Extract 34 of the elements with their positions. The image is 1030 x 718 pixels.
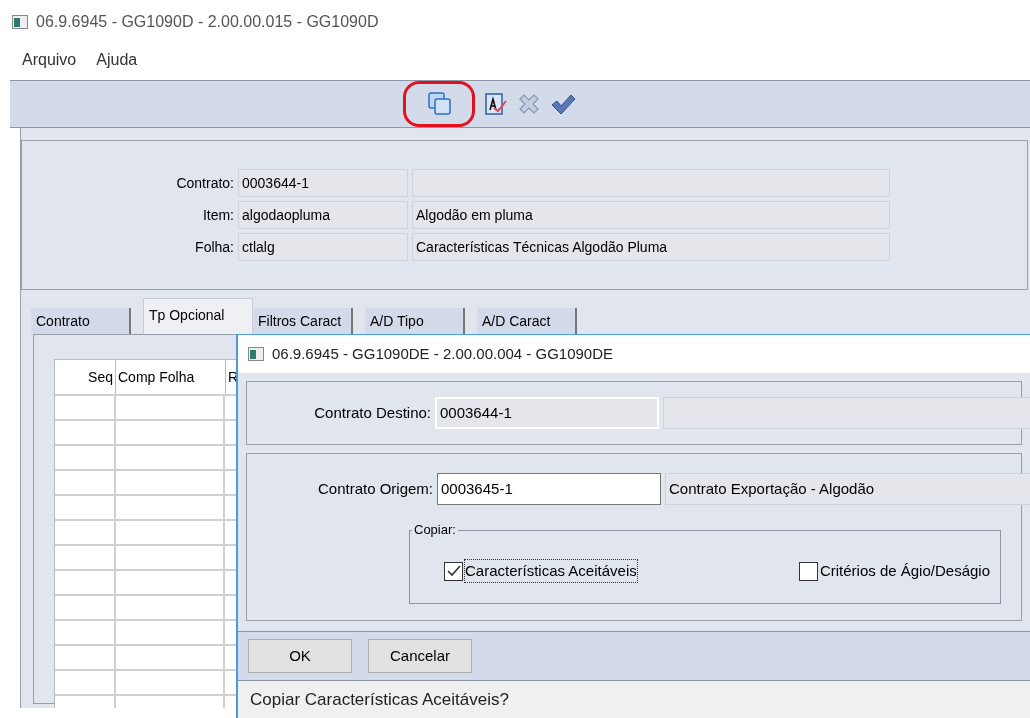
- app-icon: [248, 347, 264, 361]
- status-message: Copiar Características Aceitáveis?: [250, 688, 509, 711]
- app-icon: [12, 15, 28, 29]
- dialog-title: 06.9.6945 - GG1090DE - 2.00.00.004 - GG1090DE: [272, 343, 614, 364]
- dialog-button[interactable]: Cancelar: [368, 639, 472, 673]
- window-title: 06.9.6945 - GG1090D - 2.00.00.015 - GG1090D: [36, 12, 379, 32]
- tab[interactable]: Tp Opcional: [143, 298, 253, 334]
- field-label: Contrato:: [175, 173, 234, 193]
- code-field[interactable]: 0003644-1: [238, 169, 408, 197]
- field-label: Item:: [201, 205, 234, 225]
- checkbox[interactable]: [798, 561, 818, 581]
- tab[interactable]: Filtros Caract: [253, 308, 353, 334]
- code-field[interactable]: 0003644-1: [435, 397, 659, 429]
- tab[interactable]: A/D Tipo: [365, 308, 465, 334]
- checkbox-label: Características Aceitáveis: [465, 559, 637, 583]
- column-header: Comp Folha: [115, 360, 225, 394]
- checkbox[interactable]: [444, 561, 463, 581]
- description-field: Características Técnicas Algodão Pluma: [412, 233, 890, 261]
- column-header: Seq: [87, 367, 114, 387]
- code-field[interactable]: 0003645-1: [437, 473, 661, 505]
- checkbox-label: Critérios de Ágio/Deságio: [819, 560, 990, 581]
- field-label: Contrato Origem:: [316, 478, 433, 499]
- menu-item[interactable]: Arquivo: [22, 48, 77, 72]
- description-field: Contrato Exportação - Algodão: [665, 473, 1030, 505]
- tab[interactable]: A/D Caract: [477, 308, 577, 334]
- code-field[interactable]: algodaopluma: [238, 201, 408, 229]
- copy-icon: [425, 90, 453, 118]
- field-label: Contrato Destino:: [313, 402, 431, 423]
- dialog-button[interactable]: OK: [248, 639, 352, 673]
- code-field[interactable]: ctlalg: [238, 233, 408, 261]
- description-field: Algodão em pluma: [412, 201, 890, 229]
- field-label: Folha:: [194, 237, 234, 257]
- menu-item[interactable]: Ajuda: [96, 48, 138, 72]
- tab[interactable]: Contrato: [31, 308, 131, 334]
